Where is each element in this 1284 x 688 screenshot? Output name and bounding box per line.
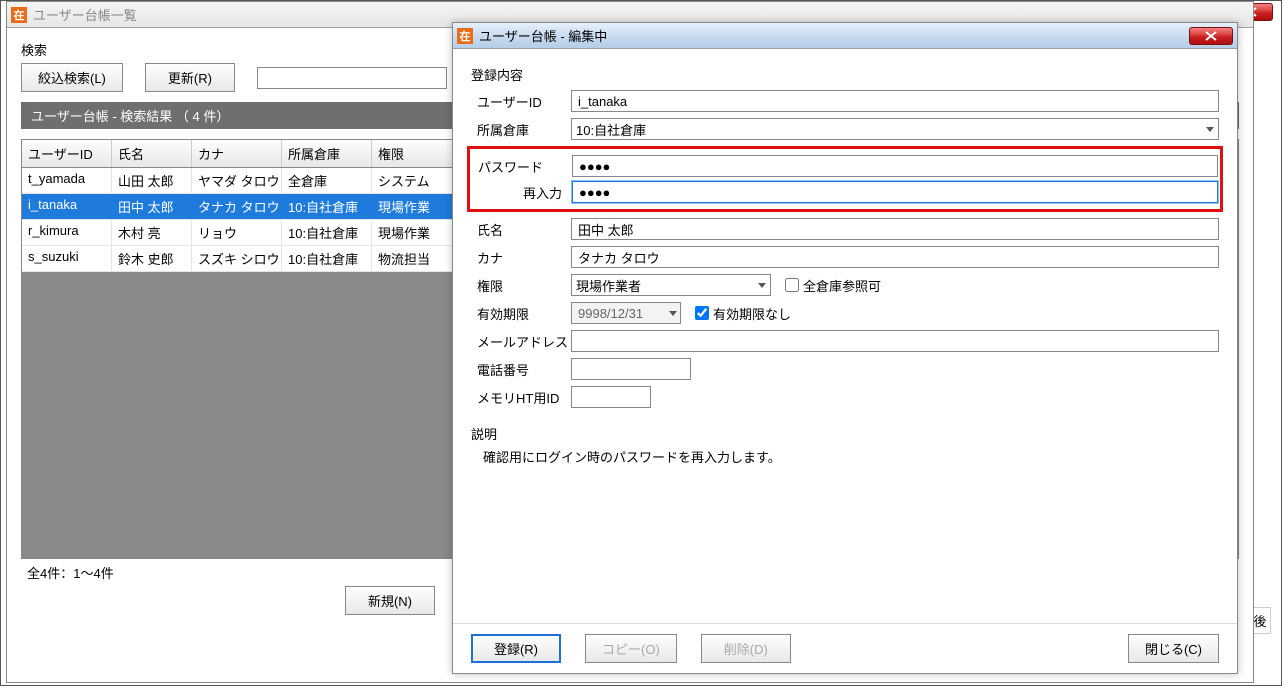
no-limit-checkbox[interactable]: 有効期限なし (695, 304, 791, 323)
cell: タナカ タロウ (192, 194, 282, 219)
col-warehouse[interactable]: 所属倉庫 (282, 140, 372, 167)
cell: スズキ シロウ (192, 246, 282, 271)
email-field[interactable] (571, 330, 1219, 352)
password-highlight-box: パスワード 再入力 (467, 146, 1223, 212)
cell: 10:自社倉庫 (282, 220, 372, 245)
warehouse-value: 10:自社倉庫 (576, 120, 646, 139)
section-label: 登録内容 (471, 65, 1219, 84)
label-email: メールアドレス (471, 332, 571, 351)
app-icon: 在 (11, 7, 27, 23)
role-select[interactable]: 現場作業者 (571, 274, 771, 296)
cell: 物流担当 (372, 246, 460, 271)
desc-text: 確認用にログイン時のパスワードを再入力します。 (471, 443, 1219, 466)
password-reenter-field[interactable] (572, 181, 1218, 203)
cell: s_suzuki (22, 246, 112, 271)
cell: 木村 亮 (112, 220, 192, 245)
label-desc: 説明 (471, 424, 1219, 443)
label-phone: 電話番号 (471, 360, 571, 379)
close-button[interactable]: 閉じる(C) (1128, 634, 1219, 663)
refresh-button[interactable]: 更新(R) (145, 63, 235, 92)
dialog-close-button[interactable] (1189, 27, 1233, 45)
all-warehouse-label: 全倉庫参照可 (803, 276, 881, 295)
cell: 現場作業 (372, 220, 460, 245)
cell: 現場作業 (372, 194, 460, 219)
cell: 全倉庫 (282, 168, 372, 193)
cell: システム (372, 168, 460, 193)
ht-id-field[interactable] (571, 386, 651, 408)
delete-button: 削除(D) (701, 634, 791, 663)
new-button[interactable]: 新規(N) (345, 586, 435, 615)
cell: i_tanaka (22, 194, 112, 219)
cell: 10:自社倉庫 (282, 246, 372, 271)
cell: リョウ (192, 220, 282, 245)
col-role[interactable]: 権限 (372, 140, 460, 167)
cell: 鈴木 史郎 (112, 246, 192, 271)
label-ht-id: メモリHT用ID (471, 388, 571, 407)
col-user-id[interactable]: ユーザーID (22, 140, 112, 167)
chevron-down-icon[interactable] (669, 311, 677, 316)
cell: ヤマダ タロウ (192, 168, 282, 193)
cell: 田中 太郎 (112, 194, 192, 219)
cell: r_kimura (22, 220, 112, 245)
phone-field[interactable] (571, 358, 691, 380)
kana-field[interactable] (571, 246, 1219, 268)
user-id-field[interactable] (571, 90, 1219, 112)
no-limit-label: 有効期限なし (713, 304, 791, 323)
copy-button: コピー(O) (585, 634, 677, 663)
chevron-down-icon (758, 283, 766, 288)
col-kana[interactable]: カナ (192, 140, 282, 167)
password-field[interactable] (572, 155, 1218, 177)
register-button[interactable]: 登録(R) (471, 634, 561, 663)
valid-date-field[interactable] (571, 302, 681, 324)
col-name[interactable]: 氏名 (112, 140, 192, 167)
dialog-title: ユーザー台帳 - 編集中 (479, 26, 1189, 45)
chevron-down-icon (1206, 127, 1214, 132)
label-password: パスワード (472, 157, 572, 176)
dialog-title-bar: 在 ユーザー台帳 - 編集中 (453, 23, 1237, 49)
label-role: 権限 (471, 276, 571, 295)
warehouse-select[interactable]: 10:自社倉庫 (571, 118, 1219, 140)
role-value: 現場作業者 (576, 276, 641, 295)
cell: 山田 太郎 (112, 168, 192, 193)
all-warehouse-checkbox[interactable]: 全倉庫参照可 (785, 276, 881, 295)
label-kana: カナ (471, 248, 571, 267)
filter-search-button[interactable]: 絞込検索(L) (21, 63, 123, 92)
app-icon: 在 (457, 28, 473, 44)
label-reenter: 再入力 (472, 183, 572, 202)
name-field[interactable] (571, 218, 1219, 240)
label-warehouse: 所属倉庫 (471, 120, 571, 139)
label-user-id: ユーザーID (471, 92, 571, 111)
search-input[interactable] (257, 67, 447, 89)
cell: 10:自社倉庫 (282, 194, 372, 219)
label-name: 氏名 (471, 220, 571, 239)
cell: t_yamada (22, 168, 112, 193)
label-valid: 有効期限 (471, 304, 571, 323)
